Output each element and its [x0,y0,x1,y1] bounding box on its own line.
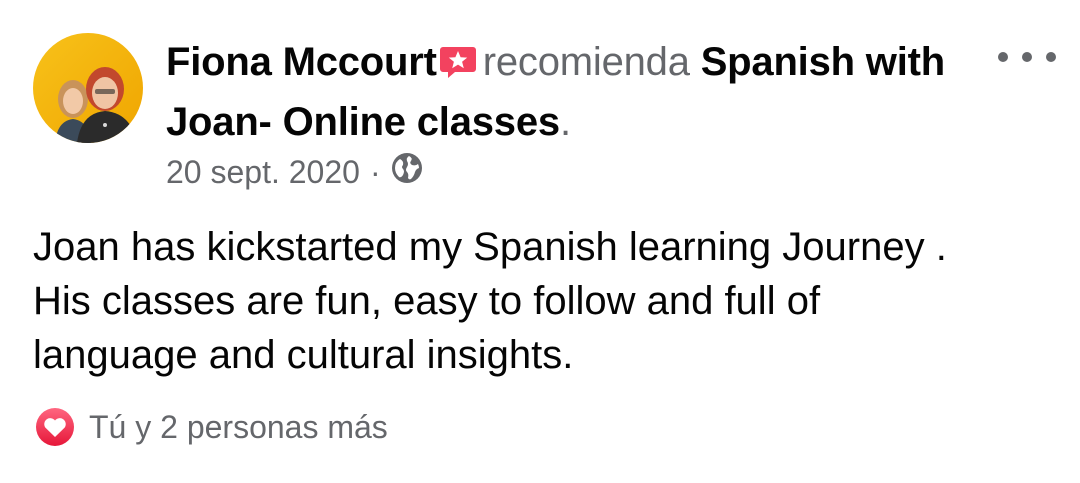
more-options-icon [998,52,1008,62]
recommend-verb: recomienda [482,40,690,84]
globe-icon [391,151,423,195]
recommendation-icon [439,38,477,94]
love-reaction-icon [33,405,77,449]
avatar[interactable] [33,33,143,143]
post-body-line: language and cultural insights. [33,333,574,377]
post-body-line: Joan has kickstarted my Spanish learning… [33,225,947,269]
author-name[interactable]: Fiona Mccourt [166,40,437,84]
recommendation-post: Fiona Mccourt recomienda Spanish with Joa… [0,0,1080,483]
header-period: . [559,100,571,144]
reactions-text: Tú y 2 personas más [89,408,388,445]
post-date[interactable]: 20 sept. 2020 [166,150,360,194]
more-options-icon-dot [1022,52,1032,62]
more-options-icon-dot [1046,52,1056,62]
meta-separator: · [369,154,381,190]
post-header: Fiona Mccourt recomienda Spanish with Joa… [166,34,956,150]
post-body-line: His classes are fun, easy to follow and … [33,279,821,323]
more-options-button[interactable] [998,44,1056,70]
post-body: Joan has kickstarted my Spanish learning… [33,220,1053,382]
reactions-summary[interactable]: Tú y 2 personas más [33,405,388,449]
post-meta: 20 sept. 2020 · [166,149,423,195]
